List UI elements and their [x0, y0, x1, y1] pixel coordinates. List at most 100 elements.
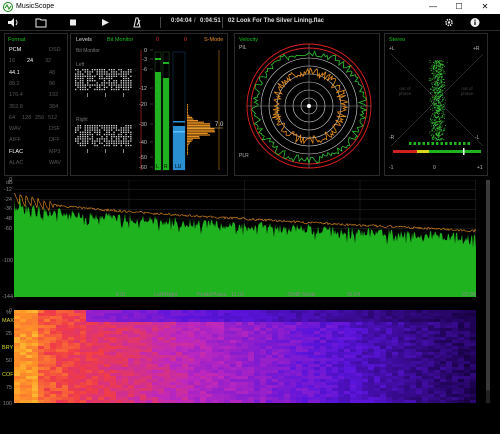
sonogram-cell	[98, 385, 105, 389]
sonogram-cell	[314, 334, 321, 338]
sonogram-cell	[212, 313, 219, 317]
format-value: 256	[35, 114, 45, 121]
sonogram-cell	[110, 313, 117, 317]
stereo-point	[434, 127, 436, 129]
sonogram-cell	[308, 310, 315, 314]
stereo-point	[437, 75, 438, 77]
metronome-icon[interactable]	[130, 16, 144, 29]
bit-dot	[84, 142, 86, 144]
bit-dot	[96, 73, 98, 75]
sonogram-cell	[452, 331, 459, 335]
sonogram-cell	[410, 349, 417, 353]
sonogram-cell	[116, 391, 123, 395]
bit-dot	[75, 69, 77, 71]
sonogram-cell	[224, 316, 231, 320]
sonogram-cell	[344, 373, 351, 377]
sonogram-cell	[98, 379, 105, 383]
sonogram-cell	[296, 370, 303, 374]
sonogram-cell	[356, 319, 363, 323]
sonogram-cell	[242, 364, 249, 368]
bit-dot	[108, 75, 110, 77]
sonogram-cell	[452, 376, 459, 380]
sonogram-cell	[362, 379, 369, 383]
close-button[interactable]: ✕	[472, 0, 498, 14]
sonogram-cell	[260, 337, 267, 341]
sonogram-cell	[290, 349, 297, 353]
sonogram-cell	[182, 328, 189, 332]
stop-icon[interactable]	[66, 16, 80, 29]
volume-icon[interactable]	[6, 16, 20, 29]
sonogram-cell	[470, 376, 476, 380]
vertical-scrollbar[interactable]	[486, 180, 490, 403]
sonogram-cell	[146, 385, 153, 389]
sonogram-cell	[44, 355, 51, 359]
mode-20db[interactable]: -20dB Mode	[286, 292, 316, 298]
sonogram-cell	[32, 325, 39, 329]
sonogram-cell	[266, 352, 273, 356]
sonogram-cell	[440, 316, 447, 320]
sonogram-cell	[206, 376, 213, 380]
play-icon[interactable]	[98, 16, 112, 29]
sonogram-cell	[164, 355, 171, 359]
sonogram-cell	[80, 325, 87, 329]
sonogram-cell	[236, 325, 243, 329]
bit-dot	[108, 82, 110, 84]
sonogram-cell	[122, 367, 129, 371]
sonogram-cell	[32, 352, 39, 356]
bit-dot	[130, 80, 132, 82]
sonogram-cell	[434, 352, 441, 356]
stereo-point	[435, 80, 437, 82]
stereo-point	[430, 135, 432, 136]
stereo-point	[443, 118, 445, 119]
sonogram-cell	[368, 394, 375, 398]
stereo-point	[443, 139, 445, 140]
minimize-button[interactable]: —	[420, 0, 446, 14]
sonogram-cell	[200, 316, 207, 320]
bit-dot	[79, 131, 82, 133]
info-icon[interactable]	[468, 16, 482, 29]
gear-icon[interactable]	[442, 16, 456, 29]
stereo-point	[437, 76, 439, 78]
sonogram-cell	[182, 379, 189, 383]
sonogram-cell	[266, 400, 273, 403]
sonogram-cell	[218, 397, 225, 401]
s-mode-label[interactable]: S-Mode	[204, 37, 223, 43]
folder-icon[interactable]	[34, 16, 48, 29]
sonogram-cell	[62, 355, 69, 359]
sonogram-cell	[80, 388, 87, 392]
sonogram-cell	[284, 391, 291, 395]
sonogram-cell	[302, 400, 309, 403]
sonogram-cell	[278, 346, 285, 350]
sonogram-cell	[200, 343, 207, 347]
bit-dot	[127, 129, 130, 131]
sonogram-cell	[122, 355, 129, 359]
sonogram-cell	[320, 352, 327, 356]
sonogram-cell	[290, 382, 297, 386]
sonogram-cell	[332, 400, 339, 403]
bit-dot	[113, 75, 115, 77]
mode-left-right[interactable]: Left/Right	[154, 292, 178, 298]
maximize-button[interactable]: ☐	[446, 0, 472, 14]
stereo-point	[444, 85, 446, 86]
sonogram-cell	[158, 319, 165, 323]
stereo-point	[440, 110, 442, 111]
scrollbar-thumb[interactable]	[486, 180, 490, 390]
bit-dot	[77, 73, 79, 75]
bit-dot	[82, 75, 84, 77]
sonogram-cell	[140, 382, 147, 386]
format-value: DSF	[49, 126, 60, 133]
sonogram-cell	[296, 322, 303, 326]
sonogram-cell	[380, 373, 387, 377]
sonogram-cell	[86, 382, 93, 386]
sonogram-cell	[422, 370, 429, 374]
stereo-point	[439, 135, 441, 136]
sonogram-cell	[164, 352, 171, 356]
mode-peak-phase[interactable]: Peak/Phase	[197, 292, 227, 298]
bit-dot	[125, 88, 127, 91]
sonogram-cell	[194, 349, 201, 353]
bit-dot	[113, 80, 115, 82]
sonogram-cell	[164, 400, 171, 403]
sonogram-cell	[248, 373, 255, 377]
sonogram-cell	[26, 382, 33, 386]
sonogram-cell	[170, 319, 177, 323]
